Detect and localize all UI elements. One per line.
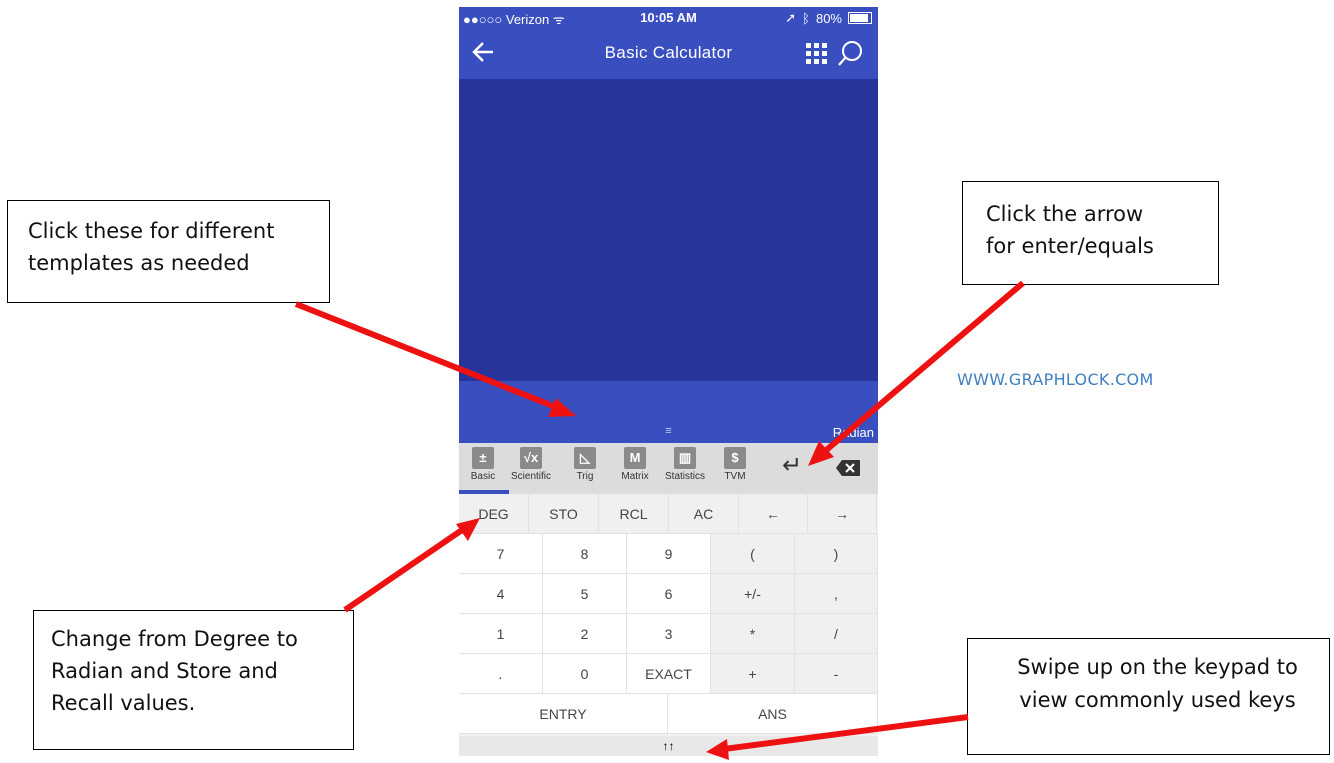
keypad-row: 1 2 3 * / — [459, 614, 878, 654]
key-1[interactable]: 1 — [459, 614, 543, 654]
key-5[interactable]: 5 — [543, 574, 627, 614]
tab-label: Scientific — [511, 471, 552, 482]
chart-icon: ▥ — [674, 447, 696, 469]
keypad-row: . 0 EXACT + - — [459, 654, 878, 694]
annotation-line: view commonly used keys — [1019, 688, 1296, 712]
key-rcl[interactable]: RCL — [599, 494, 669, 534]
key-comma[interactable]: , — [795, 574, 878, 614]
battery-icon — [848, 12, 872, 24]
basic-icon: ± — [472, 447, 494, 469]
money-calc-icon: $ — [724, 447, 746, 469]
nav-bar: Basic Calculator — [459, 29, 878, 79]
key-exact[interactable]: EXACT — [627, 654, 711, 694]
key-0[interactable]: 0 — [543, 654, 627, 694]
annotation-line: Change from Degree to — [51, 627, 298, 651]
annotation-line: Swipe up on the keypad to — [1017, 655, 1298, 679]
backspace-icon — [836, 460, 860, 476]
enter-button[interactable]: ↵ — [777, 451, 807, 481]
status-bar: ●●○○○ Verizon ᯤ 10:05 AM ➚ ᛒ 80% — [459, 7, 878, 29]
watermark-url: WWW.GRAPHLOCK.COM — [957, 370, 1154, 389]
tab-label: Basic — [470, 471, 496, 482]
key-6[interactable]: 6 — [627, 574, 711, 614]
key-cursor-right[interactable]: → — [808, 494, 877, 534]
swipe-up-handle[interactable]: ↑↑ — [459, 736, 878, 756]
key-7[interactable]: 7 — [459, 534, 543, 574]
search-button[interactable] — [836, 39, 866, 69]
drag-handle-icon[interactable]: ≡ — [459, 425, 878, 437]
keypad-row: 7 8 9 ( ) — [459, 534, 878, 574]
keypad: DEG STO RCL AC ← → 7 8 9 ( ) 4 5 6 +/- ,… — [459, 494, 878, 734]
annotation-line: templates as needed — [28, 251, 250, 275]
key-minus[interactable]: - — [795, 654, 878, 694]
angle-mode-label: Radian — [832, 425, 874, 440]
key-cursor-left[interactable]: ← — [739, 494, 808, 534]
key-decimal[interactable]: . — [459, 654, 543, 694]
keypad-row: DEG STO RCL AC ← → — [459, 494, 878, 534]
annotation-templates: Click these for different templates as n… — [7, 200, 330, 303]
tab-label: Trig — [576, 471, 594, 482]
tab-label: Statistics — [665, 471, 706, 482]
tab-matrix[interactable]: M Matrix — [615, 447, 655, 482]
annotation-line: Recall values. — [51, 691, 196, 715]
bluetooth-icon: ᛒ — [802, 10, 810, 26]
tab-tvm[interactable]: $ TVM — [715, 447, 755, 482]
matrix-icon: M — [624, 447, 646, 469]
sqrt-icon: √x — [520, 447, 542, 469]
key-deg[interactable]: DEG — [459, 494, 529, 534]
tab-label: TVM — [724, 471, 746, 482]
annotation-line: Radian and Store and — [51, 659, 278, 683]
key-9[interactable]: 9 — [627, 534, 711, 574]
location-icon: ➚ — [785, 10, 797, 25]
phone-screen: ●●○○○ Verizon ᯤ 10:05 AM ➚ ᛒ 80% Basic C… — [459, 7, 878, 756]
key-sto[interactable]: STO — [529, 494, 599, 534]
arrow-to-deg — [343, 527, 464, 613]
calculator-display — [459, 79, 878, 381]
template-toolbar: ± Basic √x Scientific ◺ Trig M Matrix ▥ … — [459, 443, 878, 494]
annotation-swipe: Swipe up on the keypad to view commonly … — [967, 638, 1330, 755]
key-multiply[interactable]: * — [711, 614, 795, 654]
tab-label: Matrix — [621, 471, 649, 482]
key-entry[interactable]: ENTRY — [459, 694, 668, 734]
annotation-degree: Change from Degree to Radian and Store a… — [33, 610, 354, 750]
backspace-button[interactable] — [835, 459, 861, 477]
grid-menu-button[interactable] — [806, 43, 828, 65]
battery-percent: 80% — [815, 10, 842, 26]
key-plus[interactable]: + — [711, 654, 795, 694]
search-icon — [838, 41, 862, 66]
key-4[interactable]: 4 — [459, 574, 543, 614]
tab-statistics[interactable]: ▥ Statistics — [665, 447, 705, 482]
tab-trig[interactable]: ◺ Trig — [565, 447, 605, 482]
key-2[interactable]: 2 — [543, 614, 627, 654]
tab-scientific[interactable]: √x Scientific — [511, 447, 551, 482]
key-negate[interactable]: +/- — [711, 574, 795, 614]
keypad-row: ENTRY ANS — [459, 694, 878, 734]
key-8[interactable]: 8 — [543, 534, 627, 574]
annotation-enter-arrow: Click the arrow for enter/equals — [962, 181, 1219, 285]
entry-area[interactable]: ≡ Radian — [459, 381, 878, 443]
key-ans[interactable]: ANS — [668, 694, 878, 734]
key-ac[interactable]: AC — [669, 494, 739, 534]
key-divide[interactable]: / — [795, 614, 878, 654]
triangle-icon: ◺ — [574, 447, 596, 469]
key-open-paren[interactable]: ( — [711, 534, 795, 574]
annotation-line: Click the arrow — [986, 202, 1144, 226]
tab-basic[interactable]: ± Basic — [463, 447, 503, 482]
annotation-line: for enter/equals — [986, 234, 1154, 258]
keypad-row: 4 5 6 +/- , — [459, 574, 878, 614]
annotation-line: Click these for different — [28, 219, 275, 243]
status-icons: ➚ ᛒ 80% — [785, 10, 872, 26]
key-close-paren[interactable]: ) — [795, 534, 878, 574]
key-3[interactable]: 3 — [627, 614, 711, 654]
